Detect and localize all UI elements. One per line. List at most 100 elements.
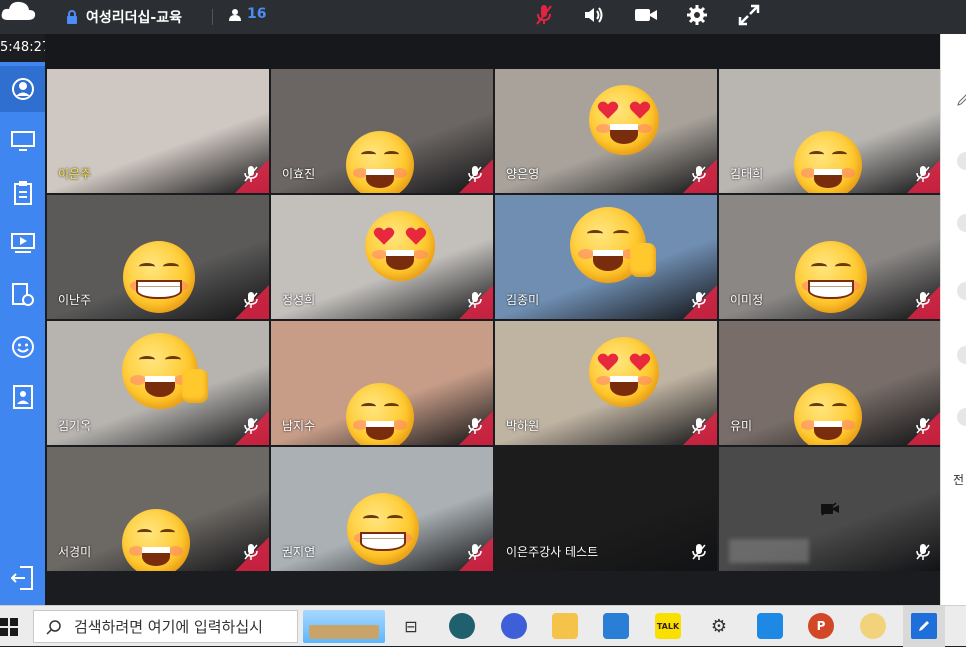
remote-desktop-icon[interactable]: [757, 613, 783, 639]
mic-muted-button[interactable]: [531, 2, 557, 28]
settings-gear-icon[interactable]: ⚙: [706, 613, 732, 639]
taskbar-search[interactable]: 검색하려면 여기에 입력하십시: [33, 610, 298, 643]
settings-button[interactable]: [684, 2, 710, 28]
panel-avatar: [957, 408, 966, 426]
mic-muted-icon: [468, 418, 482, 434]
blurred-name-area: [729, 539, 809, 563]
participant-name: 권지연: [282, 545, 316, 559]
windows-start-icon[interactable]: [0, 618, 18, 636]
character-app-icon[interactable]: [860, 613, 886, 639]
participant-name: 이난주: [58, 293, 92, 307]
monitor-icon: [10, 131, 35, 151]
mic-muted-icon: [244, 418, 258, 434]
fullscreen-button[interactable]: [736, 2, 762, 28]
sidebar-documents-button[interactable]: [0, 272, 45, 318]
video-tile[interactable]: 박하원: [495, 321, 717, 445]
heart-eye-icon: [598, 101, 619, 120]
emoji-face-icon: [589, 337, 659, 407]
sidebar-screen-share-button[interactable]: [0, 118, 45, 164]
camera-off-icon: [821, 502, 839, 516]
video-tile[interactable]: 양은영: [495, 69, 717, 193]
video-tile[interactable]: 남지수: [271, 321, 493, 445]
search-highlight-illustration: [303, 610, 385, 643]
heart-eye-icon: [629, 353, 650, 372]
panel-label: 전: [953, 473, 965, 487]
speaker-icon: [585, 7, 603, 23]
mic-muted-icon: [536, 5, 552, 25]
participant-count-number: 16: [247, 6, 267, 22]
top-bar: 여성리더십-교육 16: [0, 0, 966, 34]
file-explorer-icon[interactable]: [552, 613, 578, 639]
participant-name: 김기옥: [58, 419, 92, 433]
cloud-logo-icon: [1, 1, 36, 20]
kakaotalk-icon[interactable]: TALK: [655, 613, 681, 639]
sidebar-video-button[interactable]: [0, 220, 45, 266]
video-camera-icon: [635, 9, 657, 21]
mic-muted-icon: [692, 292, 706, 308]
video-tile[interactable]: 이난주: [47, 195, 269, 319]
person-icon: [229, 8, 241, 21]
mail-icon[interactable]: [603, 613, 629, 639]
emoji-face-icon: [794, 383, 862, 445]
participant-name: 이은주강사 테스트: [506, 545, 599, 559]
pencil-icon[interactable]: [957, 94, 966, 106]
emoji-face-icon: [795, 241, 867, 313]
edge-browser-icon[interactable]: [449, 613, 475, 639]
video-tile[interactable]: 김태희: [719, 69, 941, 193]
mic-muted-icon: [916, 418, 930, 434]
heart-eye-icon: [405, 227, 426, 246]
emoji-face-icon: [794, 131, 862, 193]
mic-muted-icon: [692, 418, 706, 434]
video-tile[interactable]: [719, 447, 941, 571]
mic-muted-icon: [692, 166, 706, 182]
panel-avatar: [957, 152, 966, 170]
thumbs-up-icon: [182, 369, 208, 403]
participant-name: 이미정: [730, 293, 764, 307]
video-tile[interactable]: 정성희: [271, 195, 493, 319]
sidebar-exit-button[interactable]: [0, 555, 45, 601]
video-tile[interactable]: 이미정: [719, 195, 941, 319]
participant-name: 남지수: [282, 419, 316, 433]
exit-icon: [10, 566, 33, 590]
video-tile[interactable]: 이효진: [271, 69, 493, 193]
participant-count[interactable]: 16: [229, 6, 266, 22]
sidebar-clipboard-button[interactable]: [0, 170, 45, 216]
video-tile[interactable]: 이은주강사 테스트: [495, 447, 717, 571]
participant-name: 박하원: [506, 419, 540, 433]
emoji-face-icon: [122, 509, 190, 571]
video-tile[interactable]: 권지연: [271, 447, 493, 571]
emoji-face-icon: [365, 211, 435, 281]
video-tile[interactable]: 김기옥: [47, 321, 269, 445]
left-sidebar: [0, 62, 45, 605]
sidebar-emoji-button[interactable]: [0, 324, 45, 370]
camera-button[interactable]: [633, 2, 659, 28]
whiteboard-app-icon[interactable]: [911, 613, 937, 639]
participant-name: 김종미: [506, 293, 540, 307]
grid-footer-strip: [45, 573, 940, 605]
video-tile[interactable]: 이은주: [47, 69, 269, 193]
room-title-text: 여성리더십-교육: [86, 10, 182, 26]
participant-name: 유미: [730, 419, 753, 433]
video-tile[interactable]: 김종미: [495, 195, 717, 319]
grid-header-strip: [45, 34, 940, 70]
mic-muted-icon: [468, 544, 482, 560]
room-title: 여성리더십-교육: [66, 7, 182, 27]
emoji-face-icon: [589, 85, 659, 155]
participant-name: 양은영: [506, 167, 540, 181]
speaker-button[interactable]: [581, 2, 607, 28]
panel-avatar: [957, 282, 966, 300]
mic-muted-icon: [468, 166, 482, 182]
sidebar-profile-button[interactable]: [0, 66, 45, 112]
mic-muted-icon: [692, 544, 706, 560]
search-app-icon[interactable]: [501, 613, 527, 639]
play-screen-icon: [10, 233, 35, 253]
expand-icon: [738, 4, 760, 26]
mic-muted-icon: [244, 166, 258, 182]
mic-muted-icon: [244, 292, 258, 308]
powerpoint-icon[interactable]: P: [808, 613, 834, 639]
video-tile[interactable]: 서경미: [47, 447, 269, 571]
mic-muted-icon: [468, 292, 482, 308]
video-tile[interactable]: 유미: [719, 321, 941, 445]
sidebar-contact-button[interactable]: [0, 374, 45, 420]
task-view-icon[interactable]: ⊟: [398, 613, 424, 639]
